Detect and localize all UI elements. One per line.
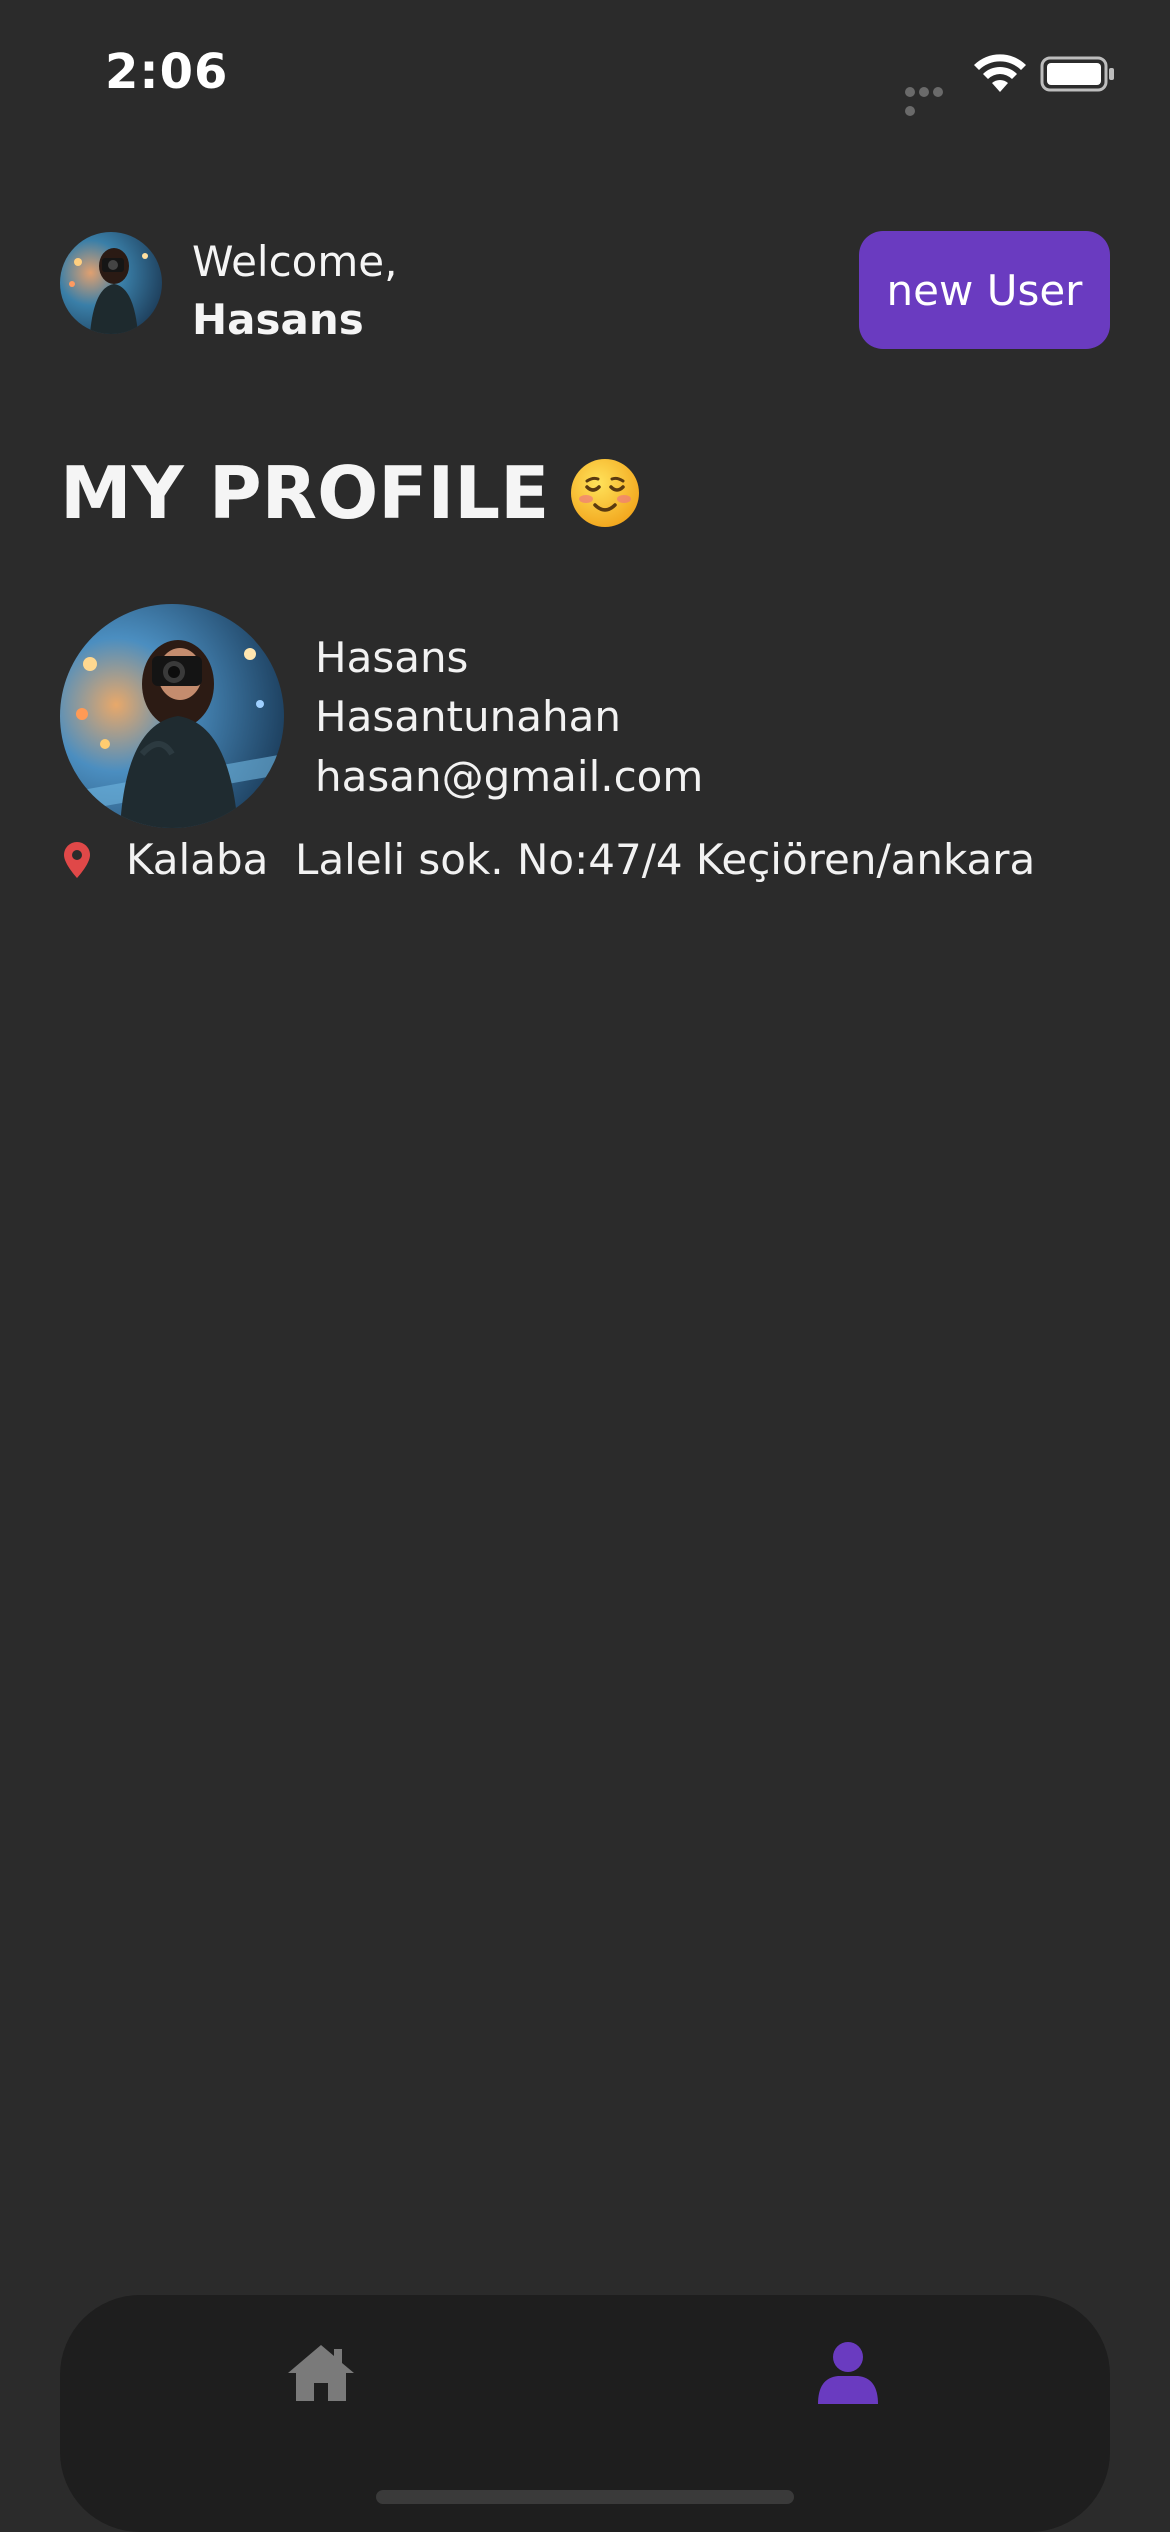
wifi-icon	[974, 54, 1026, 92]
cellular-signal-icon	[905, 82, 959, 116]
profile-first-name: Hasans	[315, 633, 469, 682]
person-icon[interactable]	[816, 2340, 880, 2404]
profile-address: Kalaba Laleli sok. No:47/4 Keçiören/anka…	[126, 835, 1036, 884]
page-title-text: MY PROFILE	[60, 451, 550, 535]
header-avatar[interactable]	[60, 232, 162, 334]
profile-screen: 2:06 Welcome, Hasans new User MY PROFILE…	[0, 0, 1170, 2532]
location-pin-icon	[64, 842, 90, 878]
smiling-face-emoji-icon	[571, 459, 640, 527]
welcome-user-name: Hasans	[192, 295, 364, 344]
profile-avatar[interactable]	[60, 604, 284, 828]
battery-icon	[1040, 56, 1114, 92]
welcome-label: Welcome,	[192, 237, 398, 286]
new-user-button[interactable]: new User	[859, 231, 1110, 349]
home-indicator[interactable]	[376, 2490, 794, 2504]
status-time: 2:06	[105, 44, 229, 100]
status-bar: 2:06	[0, 0, 1170, 150]
home-icon[interactable]	[286, 2343, 356, 2403]
page-title: MY PROFILE	[60, 448, 641, 538]
profile-email: hasan@gmail.com	[315, 752, 704, 801]
profile-last-name: Hasantunahan	[315, 692, 621, 741]
